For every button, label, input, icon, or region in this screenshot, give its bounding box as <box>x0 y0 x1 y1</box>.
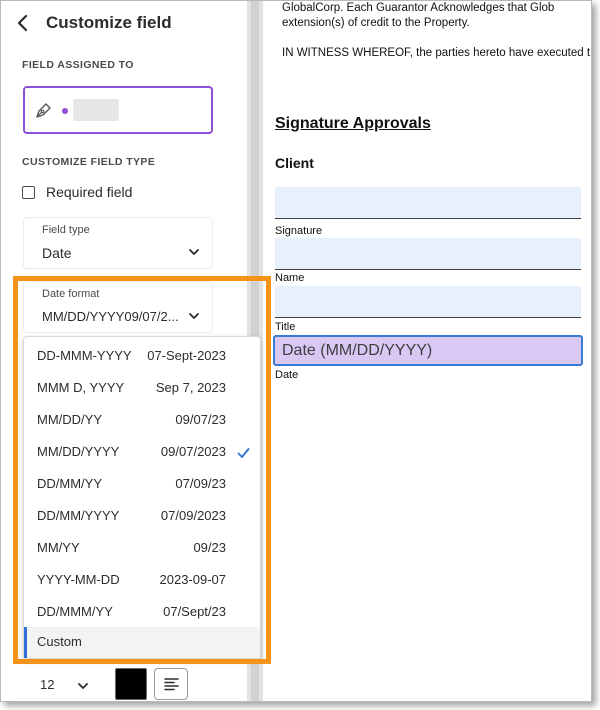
option-format: DD/MMM/YY <box>37 604 113 619</box>
text-align-button[interactable] <box>154 668 188 700</box>
name-field[interactable] <box>275 238 581 270</box>
chevron-down-icon <box>189 313 199 319</box>
date-format-option[interactable]: DD/MMM/YY 07/Sept/23 <box>24 597 260 629</box>
checkmark-icon <box>237 448 250 458</box>
required-field-label: Required field <box>46 184 133 200</box>
field-assigned-heading: FIELD ASSIGNED TO <box>22 59 134 71</box>
align-left-icon <box>164 678 179 691</box>
option-format: MMM D, YYYY <box>37 380 125 395</box>
date-format-option-custom[interactable]: Custom <box>24 627 260 658</box>
date-format-option[interactable]: MMM D, YYYY Sep 7, 2023 <box>24 373 260 405</box>
option-format: MM/YY <box>37 540 80 555</box>
option-format: DD/MM/YYYY <box>37 508 120 523</box>
date-caption: Date <box>275 369 299 381</box>
date-field[interactable]: Date (MM/DD/YYYY) <box>273 335 583 366</box>
font-size-select[interactable]: 12 <box>23 670 105 700</box>
date-format-option[interactable]: DD/MM/YY 07/09/23 <box>24 469 260 501</box>
date-format-dropdown: DD-MMM-YYYY 07-Sept-2023 MMM D, YYYY Sep… <box>23 336 261 659</box>
panel-title: Customize field <box>46 13 172 32</box>
option-example: 07/09/23 <box>175 476 226 491</box>
signature-caption: Signature <box>275 225 323 237</box>
date-format-select[interactable]: Date format MM/DD/YYYY09/07/2... <box>23 281 213 333</box>
option-format: MM/DD/YY <box>37 412 102 427</box>
option-example: Sep 7, 2023 <box>155 380 226 395</box>
field-type-select[interactable]: Field type Date <box>23 217 213 269</box>
assignee-color-dot <box>62 108 68 114</box>
option-format: DD/MM/YY <box>37 476 102 491</box>
date-format-value: MM/DD/YYYY09/07/2... <box>42 309 179 324</box>
chevron-left-icon[interactable] <box>13 13 33 33</box>
option-format: YYYY-MM-DD <box>37 572 120 587</box>
signature-approvals-heading: Signature Approvals <box>275 115 431 132</box>
date-format-option[interactable]: DD-MMM-YYYY 07-Sept-2023 <box>24 341 260 373</box>
option-example: 09/23 <box>193 540 226 555</box>
screenshot-frame: Customize field FIELD ASSIGNED TO CUSTOM… <box>0 0 592 702</box>
field-type-caption: Field type <box>42 224 90 236</box>
option-example: 09/07/2023 <box>160 444 226 459</box>
assignee-name-redacted <box>73 99 119 121</box>
option-example: 2023-09-07 <box>159 572 227 587</box>
title-field[interactable] <box>275 286 581 318</box>
title-caption: Title <box>275 321 296 333</box>
client-label: Client <box>275 155 314 171</box>
option-format: Custom <box>37 634 82 649</box>
customize-type-heading: CUSTOMIZE FIELD TYPE <box>22 156 156 168</box>
paragraph-line: extension(s) of credit to the Property. <box>282 17 470 29</box>
chevron-down-icon <box>78 683 88 689</box>
option-example: 07-Sept-2023 <box>147 348 226 363</box>
date-format-option[interactable]: MM/DD/YY 09/07/23 <box>24 405 260 437</box>
assignee-selector[interactable] <box>23 86 213 134</box>
panel-header: Customize field <box>1 1 247 47</box>
document-paragraph: GlobalCorp. Each Guarantor Acknowledges … <box>282 1 591 31</box>
signature-field[interactable] <box>275 187 581 219</box>
option-example: 07/Sept/23 <box>163 604 226 619</box>
date-format-caption: Date format <box>42 288 100 300</box>
paragraph-line: GlobalCorp. Each Guarantor Acknowledges … <box>282 2 555 14</box>
font-size-value: 12 <box>40 677 55 692</box>
text-color-swatch[interactable] <box>115 668 147 700</box>
chevron-down-icon <box>189 249 199 255</box>
date-format-option[interactable]: DD/MM/YYYY 07/09/2023 <box>24 501 260 533</box>
document-page: GlobalCorp. Each Guarantor Acknowledges … <box>263 1 591 701</box>
option-example: 07/09/2023 <box>160 508 226 523</box>
witness-clause: IN WITNESS WHEREOF, the parties hereto h… <box>282 47 591 59</box>
date-format-option[interactable]: YYYY-MM-DD 2023-09-07 <box>24 565 260 597</box>
option-format: MM/DD/YYYY <box>37 444 120 459</box>
required-field-checkbox[interactable] <box>22 186 35 199</box>
date-format-option[interactable]: MM/YY 09/23 <box>24 533 260 565</box>
option-example: 09/07/23 <box>175 412 226 427</box>
name-caption: Name <box>275 272 305 284</box>
pen-icon <box>36 103 51 118</box>
date-format-option-selected[interactable]: MM/DD/YYYY 09/07/2023 <box>24 437 260 469</box>
option-format: DD-MMM-YYYY <box>37 348 132 363</box>
field-type-value: Date <box>42 245 72 261</box>
date-field-placeholder: Date (MM/DD/YYYY) <box>282 342 433 359</box>
